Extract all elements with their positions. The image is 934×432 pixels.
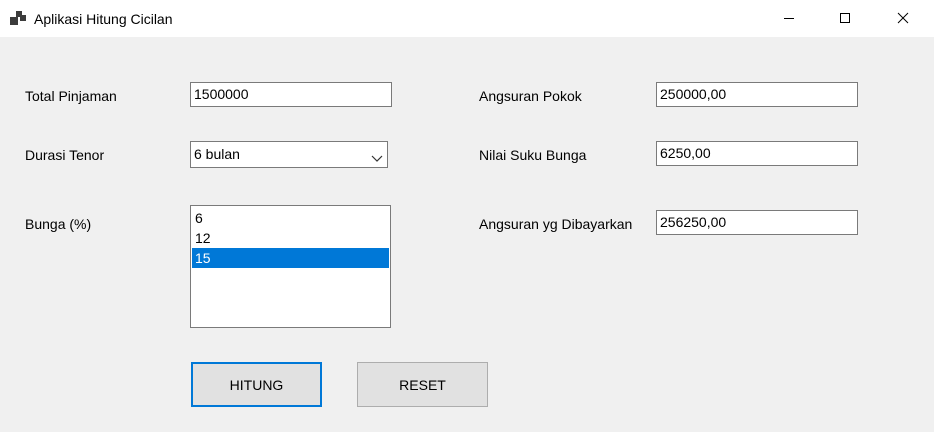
minimize-button[interactable] xyxy=(766,0,812,37)
angsuran-dibayarkan-label: Angsuran yg Dibayarkan xyxy=(479,216,633,232)
window-title: Aplikasi Hitung Cicilan xyxy=(34,11,173,27)
angsuran-pokok-label: Angsuran Pokok xyxy=(479,88,582,104)
total-pinjaman-label: Total Pinjaman xyxy=(25,88,117,104)
bunga-list-item-6[interactable]: 6 xyxy=(192,208,389,228)
chevron-down-icon xyxy=(371,150,383,162)
maximize-button[interactable] xyxy=(822,0,868,37)
bunga-listbox[interactable]: 6 12 15 xyxy=(190,205,391,328)
durasi-tenor-label: Durasi Tenor xyxy=(25,147,105,163)
close-icon xyxy=(897,11,909,27)
title-bar: Aplikasi Hitung Cicilan xyxy=(0,0,934,37)
total-pinjaman-input[interactable]: 1500000 xyxy=(190,82,392,107)
bunga-list-item-12[interactable]: 12 xyxy=(192,228,389,248)
reset-button[interactable]: RESET xyxy=(357,362,488,407)
maximize-icon xyxy=(839,11,851,27)
nilai-suku-bunga-output[interactable]: 6250,00 xyxy=(656,141,858,166)
durasi-tenor-combobox[interactable]: 6 bulan xyxy=(190,141,388,168)
nilai-suku-bunga-label: Nilai Suku Bunga xyxy=(479,147,587,163)
close-button[interactable] xyxy=(880,0,926,37)
minimize-icon xyxy=(783,11,795,27)
angsuran-pokok-output[interactable]: 250000,00 xyxy=(656,82,858,107)
durasi-tenor-selected: 6 bulan xyxy=(194,146,240,162)
bunga-list-item-15[interactable]: 15 xyxy=(192,248,389,268)
bunga-label: Bunga (%) xyxy=(25,216,92,232)
hitung-button[interactable]: HITUNG xyxy=(191,362,322,407)
angsuran-dibayarkan-output[interactable]: 256250,00 xyxy=(656,210,858,235)
app-window-icon xyxy=(10,11,26,25)
